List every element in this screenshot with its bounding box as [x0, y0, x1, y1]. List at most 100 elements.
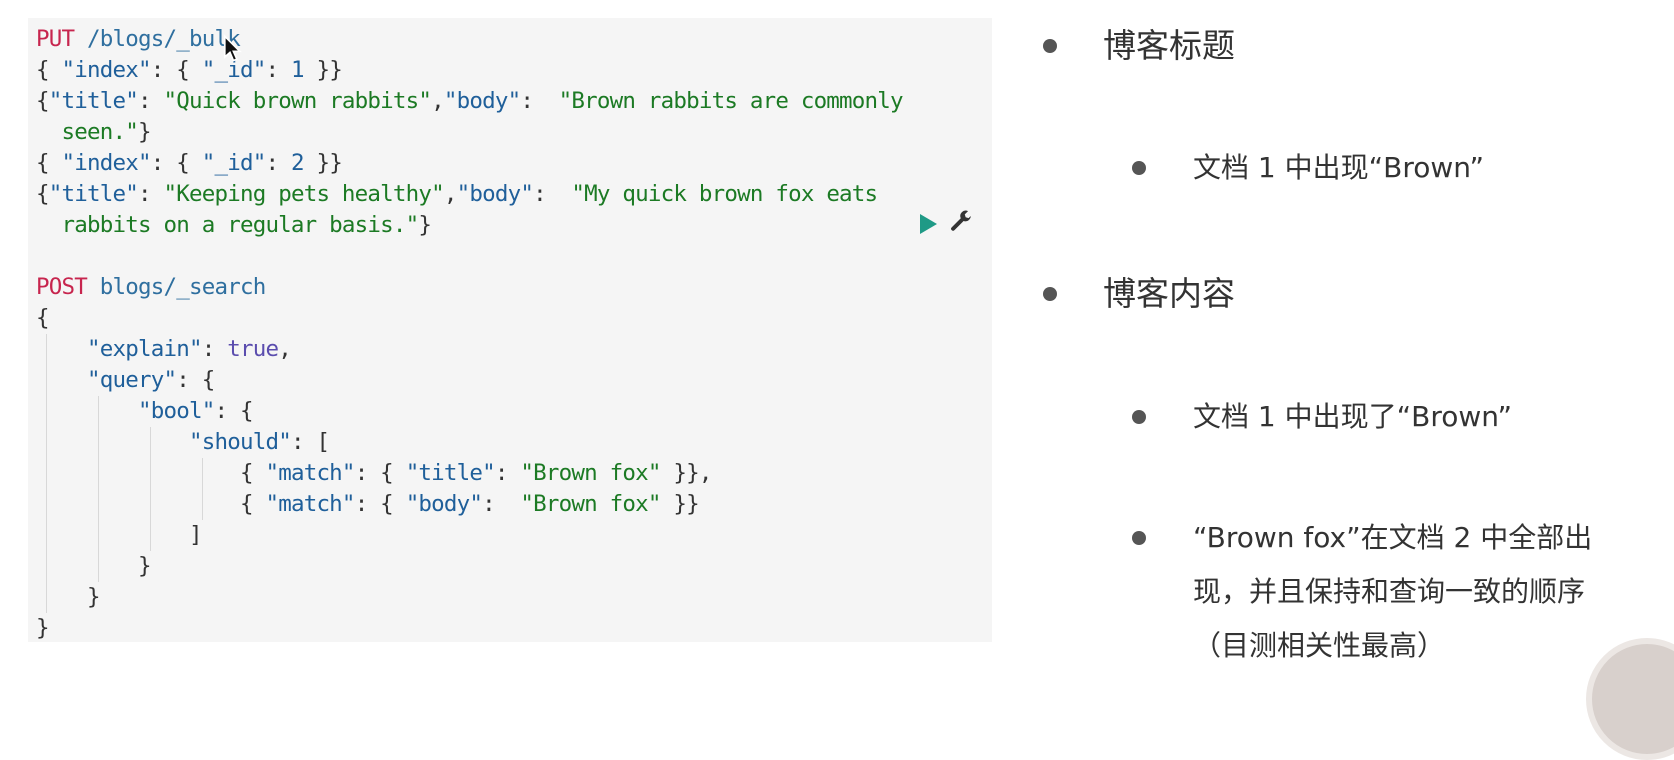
code-line: } — [36, 582, 992, 613]
indent-guide — [98, 551, 99, 582]
sub-bullet-doc1-brown: 文档 1 中出现“Brown” — [1193, 151, 1484, 184]
code-token: { — [36, 305, 50, 331]
indent-guide — [46, 551, 47, 582]
code-token: POST — [36, 274, 88, 300]
code-token: "body" — [405, 491, 483, 517]
code-token: /blogs/_bulk — [74, 26, 241, 52]
code-line: { "index": { "_id": 1 }} — [36, 55, 992, 86]
code-token: "Quick brown rabbits" — [163, 88, 432, 114]
indent-guide — [150, 458, 151, 489]
code-token: 1 — [290, 57, 305, 83]
code-line: {"title": "Quick brown rabbits","body": … — [36, 86, 992, 117]
code-token: ] — [36, 522, 203, 548]
code-token: : { — [150, 57, 202, 83]
code-token: }} — [303, 150, 342, 176]
code-editor[interactable]: PUT /blogs/_bulk{ "index": { "_id": 1 }}… — [28, 18, 992, 642]
play-icon[interactable] — [920, 214, 937, 234]
code-token: "bool" — [137, 398, 215, 424]
sub-bullet-brown-fox-line1: “Brown fox”在文档 2 中全部出 — [1193, 521, 1593, 554]
code-token: : { — [354, 460, 406, 486]
code-token: "My quick brown fox eats — [571, 181, 878, 207]
code-token: } — [418, 212, 432, 238]
code-line: rabbits on a regular basis."} — [36, 210, 992, 241]
bullet-dot — [1132, 161, 1146, 175]
code-token: }}, — [660, 460, 712, 486]
code-token: PUT — [36, 26, 75, 52]
code-token: "title" — [48, 88, 139, 114]
code-token: : [ — [290, 429, 330, 455]
code-token: : — [265, 150, 291, 176]
code-area[interactable]: PUT /blogs/_bulk{ "index": { "_id": 1 }}… — [36, 24, 992, 644]
indent-guide — [202, 489, 203, 520]
code-token: : — [201, 336, 228, 362]
code-line: seen."} — [36, 117, 992, 148]
bullet-dot — [1132, 531, 1146, 545]
code-token: "_id" — [201, 150, 267, 176]
code-token: , — [431, 88, 445, 114]
code-token: blogs/_search — [87, 274, 267, 300]
wrench-icon[interactable] — [948, 210, 974, 236]
code-line: POST blogs/_search — [36, 272, 992, 303]
code-line: { "match": { "title": "Brown fox" }}, — [36, 458, 992, 489]
code-line: { "match": { "body": "Brown fox" }} — [36, 489, 992, 520]
sub-bullet-brown-fox-line3: （目测相关性最高） — [1193, 629, 1446, 662]
code-token: , — [278, 336, 292, 362]
bullet-dot — [1043, 39, 1057, 53]
code-line: {"title": "Keeping pets healthy","body":… — [36, 179, 992, 210]
code-token: "title" — [48, 181, 139, 207]
code-token: : — [520, 88, 559, 114]
indent-guide — [46, 365, 47, 396]
code-line: } — [36, 613, 992, 644]
indent-guide — [46, 489, 47, 520]
bullet-dot — [1043, 287, 1057, 301]
code-token: : — [137, 88, 164, 114]
sub-bullet-brown-fox-line2: 现，并且保持和查询一致的顺序 — [1193, 575, 1586, 608]
code-token: "body" — [456, 181, 534, 207]
code-token: : — [482, 491, 521, 517]
indent-guide — [46, 582, 47, 613]
code-line: } — [36, 551, 992, 582]
code-token: : { — [354, 491, 406, 517]
code-token: "index" — [61, 150, 152, 176]
indent-guide — [98, 458, 99, 489]
indent-guide — [202, 458, 203, 489]
bullet-blog-title: 博客标题 — [1103, 26, 1235, 65]
code-token: { — [36, 150, 62, 176]
code-line: { — [36, 303, 992, 334]
code-token: { — [36, 88, 50, 114]
code-token: rabbits on a regular basis." — [61, 212, 420, 238]
code-token: : — [265, 57, 291, 83]
code-token: : { — [150, 150, 202, 176]
code-token: } — [137, 119, 152, 145]
code-token: } — [36, 553, 152, 579]
code-token: "match" — [265, 491, 355, 517]
code-token: "explain" — [87, 336, 203, 362]
code-token: "title" — [405, 460, 496, 486]
code-token: { — [36, 57, 62, 83]
code-line: "query": { — [36, 365, 992, 396]
code-token: } — [36, 615, 50, 641]
code-token: { — [239, 460, 266, 486]
code-token: 2 — [290, 150, 305, 176]
code-token: : { — [214, 398, 253, 424]
code-token: "index" — [61, 57, 152, 83]
mouse-cursor-icon — [223, 34, 242, 62]
indent-guide — [46, 396, 47, 427]
code-token: "Keeping pets healthy" — [163, 181, 444, 207]
code-token: { — [239, 491, 266, 517]
code-token: "Brown fox" — [520, 460, 661, 486]
indent-guide — [46, 334, 47, 365]
code-line: { "index": { "_id": 2 }} — [36, 148, 992, 179]
code-line: "bool": { — [36, 396, 992, 427]
code-line: "explain": true, — [36, 334, 992, 365]
code-token: "match" — [265, 460, 355, 486]
indent-guide — [150, 520, 151, 551]
